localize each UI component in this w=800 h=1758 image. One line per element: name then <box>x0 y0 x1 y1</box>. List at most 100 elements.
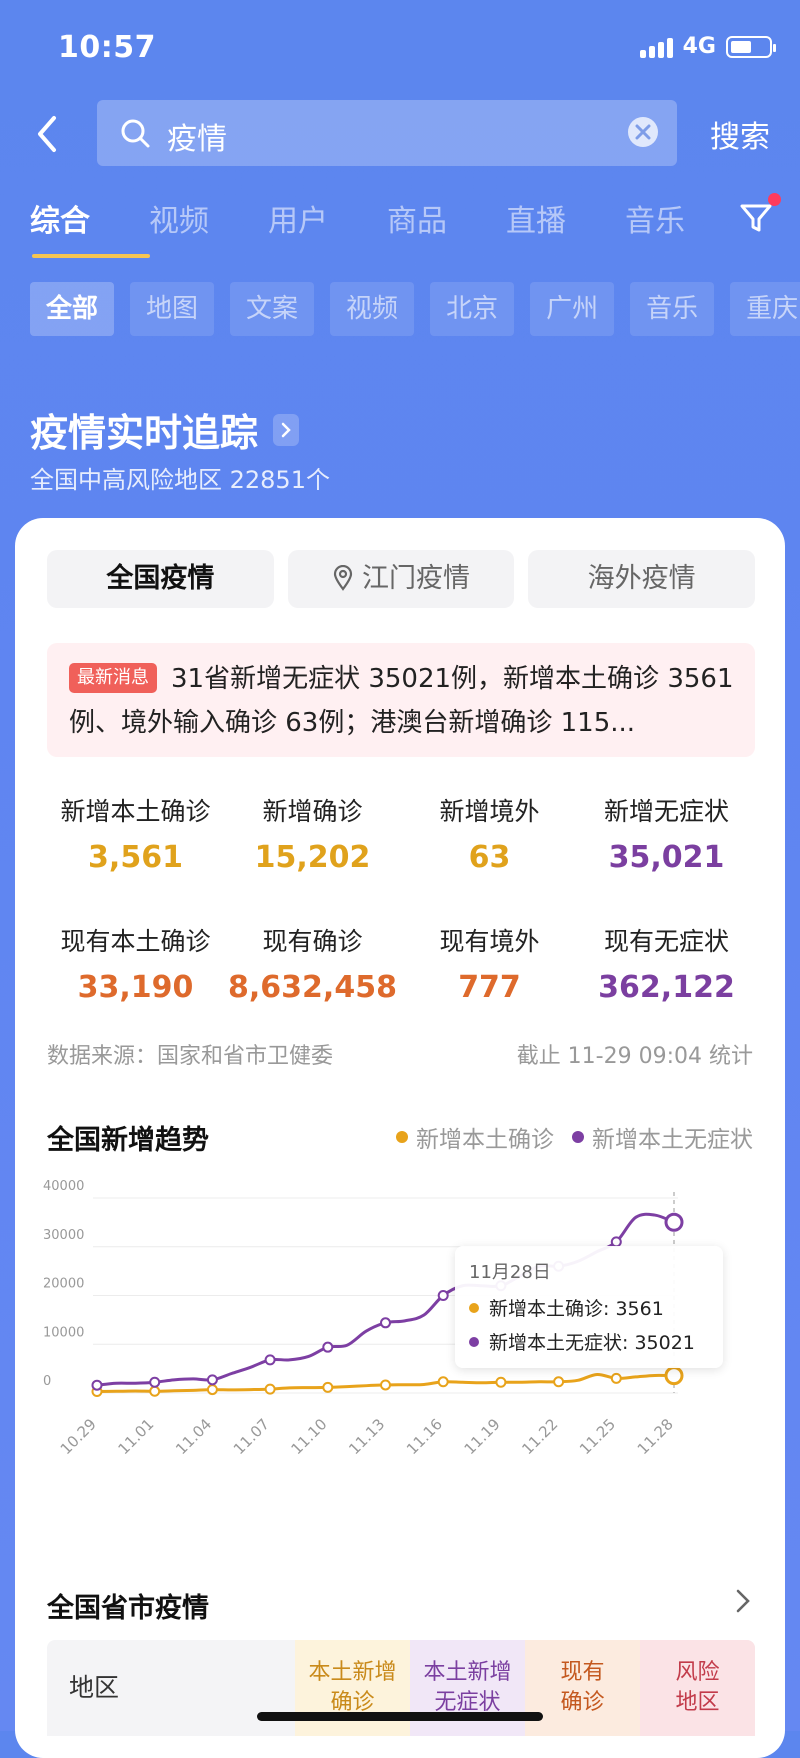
x-tick-label: 11.28 <box>634 1415 677 1458</box>
status-bar: 10:57 4G <box>0 0 800 90</box>
chart-tooltip: 11月28日 新增本土确诊: 3561 新增本土无症状: 35021 <box>455 1246 723 1368</box>
tooltip-text: 新增本土无症状: 35021 <box>489 1332 695 1354</box>
chip-beijing[interactable]: 北京 <box>430 282 515 336</box>
header-region[interactable]: 地区 <box>47 1640 295 1736</box>
stat-value: 15,202 <box>254 840 371 875</box>
scope-tab-label: 江门疫情 <box>362 563 470 594</box>
stat-new-asymptomatic: 新增无症状 35,021 <box>578 790 755 920</box>
tracker-header[interactable]: 疫情实时追踪 <box>30 402 300 457</box>
header-local-new-asymptomatic[interactable]: 本土新增 无症状 <box>410 1640 525 1736</box>
data-point <box>91 1379 103 1391</box>
x-tick-label: 11.22 <box>518 1415 561 1458</box>
tooltip-line-local-confirmed: 新增本土确诊: 3561 <box>469 1294 664 1321</box>
filter-icon[interactable] <box>738 200 774 236</box>
latest-news[interactable]: 31省新增无症状 35021例，新增本土确诊 3561例、境外输入确诊 63例；… <box>47 643 755 757</box>
search-icon <box>121 119 150 148</box>
chevron-right-icon[interactable] <box>733 1588 753 1614</box>
chip-video[interactable]: 视频 <box>330 282 415 336</box>
highlight-point <box>664 1212 684 1232</box>
trend-title: 全国新增趋势 <box>47 1125 209 1156</box>
stat-label: 现有无症状 <box>603 927 729 956</box>
stat-label: 现有境外 <box>439 927 540 956</box>
stat-value: 35,021 <box>608 840 725 875</box>
x-tick-label: 11.13 <box>345 1415 388 1458</box>
stat-value: 63 <box>468 840 511 875</box>
y-tick-label: 30000 <box>43 1228 84 1243</box>
network-label: 4G <box>682 34 716 59</box>
stat-value: 3,561 <box>88 840 183 875</box>
tab-video[interactable]: 视频 <box>149 196 268 256</box>
data-point <box>380 1379 391 1391</box>
stat-value: 8,632,458 <box>228 970 397 1005</box>
chip-map[interactable]: 地图 <box>130 282 215 336</box>
stat-new-local-confirmed: 新增本土确诊 3,561 <box>47 790 224 920</box>
signal-icon <box>639 36 673 58</box>
search-input[interactable]: 疫情 <box>97 100 677 166</box>
tab-users[interactable]: 用户 <box>268 196 387 256</box>
legend-item-local-confirmed[interactable]: 新增本土确诊 <box>396 1120 554 1154</box>
data-point <box>149 1385 161 1397</box>
data-point <box>264 1383 276 1395</box>
legend-label: 新增本土无症状 <box>592 1127 753 1153</box>
province-title: 全国省市疫情 <box>47 1593 209 1624</box>
tab-live[interactable]: 直播 <box>506 196 625 256</box>
scope-tabs: 全国疫情 江门疫情 海外疫情 <box>47 550 756 608</box>
back-button[interactable] <box>28 110 68 158</box>
stat-value: 362,122 <box>598 970 735 1005</box>
clear-icon[interactable] <box>627 116 659 148</box>
data-point <box>149 1376 161 1388</box>
stat-label: 新增确诊 <box>262 797 363 826</box>
data-point <box>206 1384 218 1396</box>
tab-music[interactable]: 音乐 <box>625 196 744 256</box>
epidemic-card: 全国疫情 江门疫情 海外疫情 31省新增无症状 35021例，新增本土确诊 35… <box>15 518 785 1758</box>
scope-tab-local[interactable]: 江门疫情 <box>287 550 515 608</box>
legend-dot <box>469 1302 479 1313</box>
scope-tab-label: 海外疫情 <box>587 563 696 594</box>
stat-label: 现有本土确诊 <box>60 927 211 956</box>
category-tabs: 综合 视频 用户 商品 直播 音乐 <box>30 196 744 256</box>
stat-value: 33,190 <box>77 970 194 1005</box>
stat-label: 新增无症状 <box>603 797 729 826</box>
header-risk-areas[interactable]: 风险 地区 <box>640 1640 755 1736</box>
stat-label: 新增本土确诊 <box>60 797 211 826</box>
tooltip-date: 11月28日 <box>469 1262 551 1283</box>
legend-item-local-asymptomatic[interactable]: 新增本土无症状 <box>572 1120 753 1154</box>
tab-products[interactable]: 商品 <box>387 196 506 256</box>
stat-value: 777 <box>458 970 521 1005</box>
tooltip-line-local-asymptomatic: 新增本土无症状: 35021 <box>469 1328 695 1355</box>
stat-new-confirmed: 新增确诊 15,202 <box>224 790 401 920</box>
data-point <box>206 1374 218 1386</box>
location-pin-icon <box>333 564 353 591</box>
scope-tab-overseas[interactable]: 海外疫情 <box>528 550 756 608</box>
chip-copy[interactable]: 文案 <box>230 282 315 336</box>
y-tick-label: 20000 <box>43 1277 84 1292</box>
data-point <box>437 1290 449 1301</box>
tooltip-text: 新增本土确诊: 3561 <box>489 1298 664 1320</box>
search-query: 疫情 <box>167 122 227 157</box>
scope-tab-label: 全国疫情 <box>106 563 215 594</box>
stat-current-imported: 现有境外 777 <box>401 920 578 1050</box>
chip-all[interactable]: 全部 <box>30 282 115 336</box>
highlight-point <box>664 1366 684 1386</box>
home-indicator <box>257 1712 543 1721</box>
chip-guangzhou[interactable]: 广州 <box>530 282 615 336</box>
province-table-header: 地区 本土新增 确诊 本土新增 无症状 现有 确诊 风险 地区 <box>47 1640 755 1736</box>
x-tick-label: 11.04 <box>172 1415 215 1458</box>
chip-chongqing[interactable]: 重庆 <box>730 282 800 336</box>
notification-dot <box>768 193 781 206</box>
data-source: 数据来源：国家和省市卫健委 <box>47 1044 334 1069</box>
tab-comprehensive[interactable]: 综合 <box>30 196 149 256</box>
search-button[interactable]: 搜索 <box>710 112 770 156</box>
header-local-new-confirmed[interactable]: 本土新增 确诊 <box>295 1640 410 1736</box>
y-tick-label: 10000 <box>43 1325 84 1340</box>
scope-tab-national[interactable]: 全国疫情 <box>47 550 274 608</box>
legend-label: 新增本土确诊 <box>416 1127 554 1153</box>
header-current-confirmed[interactable]: 现有 确诊 <box>525 1640 640 1736</box>
x-tick-label: 11.07 <box>230 1415 273 1458</box>
search-row: 疫情 搜索 <box>0 96 800 172</box>
legend-dot <box>469 1336 479 1347</box>
chip-music[interactable]: 音乐 <box>630 282 715 336</box>
chevron-left-icon <box>38 116 56 152</box>
status-time: 10:57 <box>58 30 156 65</box>
x-tick-label: 11.10 <box>288 1415 331 1458</box>
